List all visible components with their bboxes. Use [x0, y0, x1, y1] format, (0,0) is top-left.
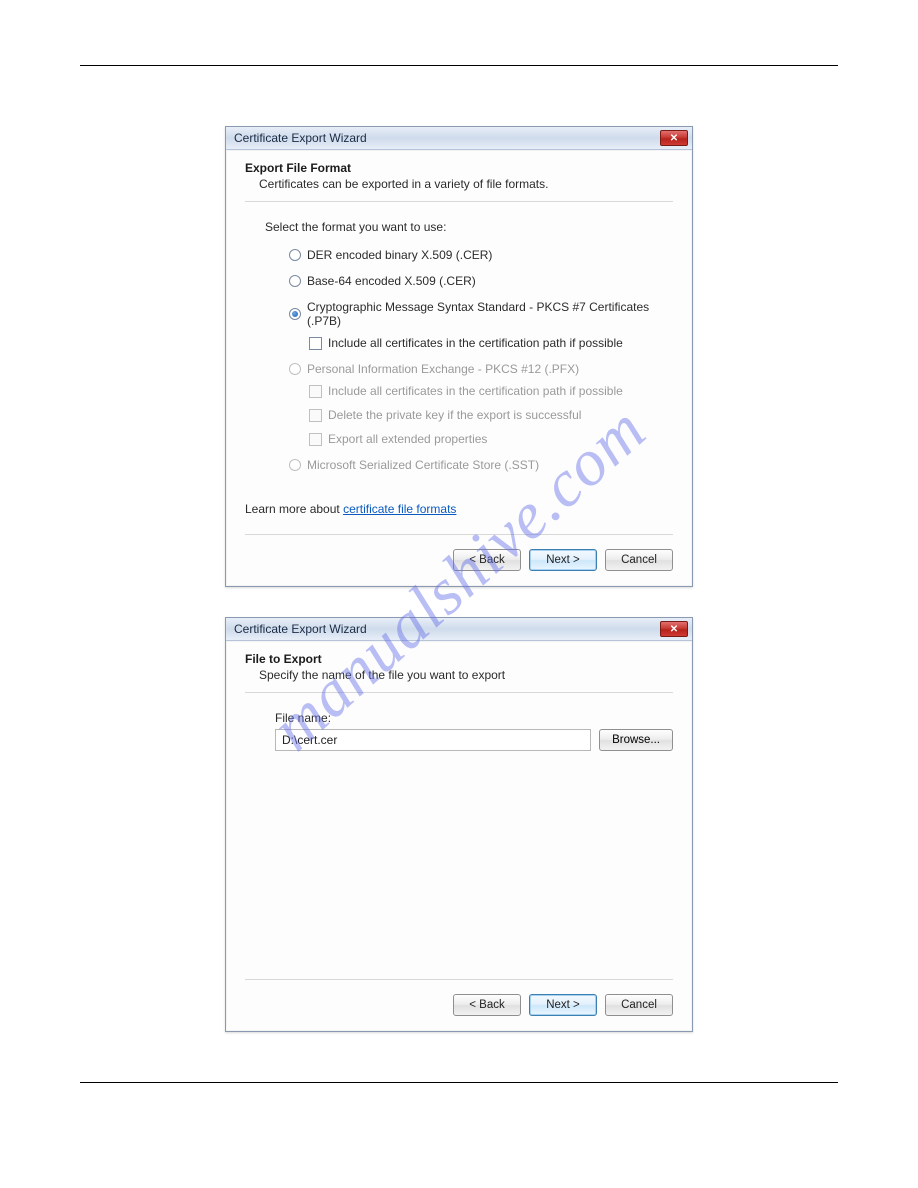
radio-icon [289, 308, 301, 320]
back-button[interactable]: < Back [453, 549, 521, 571]
learn-more: Learn more about certificate file format… [245, 502, 673, 516]
file-to-export-dialog: Certificate Export Wizard ✕ File to Expo… [225, 617, 693, 1032]
option-label: Base-64 encoded X.509 (.CER) [307, 274, 476, 288]
cancel-button[interactable]: Cancel [605, 549, 673, 571]
cancel-button[interactable]: Cancel [605, 994, 673, 1016]
learn-more-prefix: Learn more about [245, 502, 343, 516]
check-label: Include all certificates in the certific… [328, 384, 623, 398]
dialog-title: Certificate Export Wizard [234, 131, 367, 145]
option-label: DER encoded binary X.509 (.CER) [307, 248, 492, 262]
pfx-delete-check: Delete the private key if the export is … [309, 408, 673, 422]
checkbox-icon [309, 433, 322, 446]
option-sst: Microsoft Serialized Certificate Store (… [289, 458, 673, 472]
dialog-title: Certificate Export Wizard [234, 622, 367, 636]
option-base64[interactable]: Base-64 encoded X.509 (.CER) [289, 274, 673, 288]
checkbox-icon [309, 337, 322, 350]
close-icon: ✕ [670, 624, 678, 635]
titlebar: Certificate Export Wizard ✕ [226, 618, 692, 641]
browse-button[interactable]: Browse... [599, 729, 673, 751]
pfx-include-check: Include all certificates in the certific… [309, 384, 673, 398]
option-der[interactable]: DER encoded binary X.509 (.CER) [289, 248, 673, 262]
checkbox-icon [309, 409, 322, 422]
close-button[interactable]: ✕ [660, 621, 688, 637]
section-subheading: Specify the name of the file you want to… [245, 668, 673, 682]
next-button[interactable]: Next > [529, 549, 597, 571]
checkbox-icon [309, 385, 322, 398]
section-subheading: Certificates can be exported in a variet… [245, 177, 673, 191]
p7b-include-check[interactable]: Include all certificates in the certific… [309, 336, 673, 350]
check-label: Delete the private key if the export is … [328, 408, 581, 422]
option-pfx: Personal Information Exchange - PKCS #12… [289, 362, 673, 376]
bottom-rule [80, 1082, 838, 1083]
spacer [245, 751, 673, 961]
radio-icon [289, 249, 301, 261]
pfx-extended-check: Export all extended properties [309, 432, 673, 446]
titlebar: Certificate Export Wizard ✕ [226, 127, 692, 150]
section-heading: Export File Format [245, 161, 673, 175]
close-button[interactable]: ✕ [660, 130, 688, 146]
check-label: Export all extended properties [328, 432, 487, 446]
close-icon: ✕ [670, 133, 678, 144]
radio-icon [289, 363, 301, 375]
option-label: Microsoft Serialized Certificate Store (… [307, 458, 539, 472]
option-label: Personal Information Exchange - PKCS #12… [307, 362, 579, 376]
option-label: Cryptographic Message Syntax Standard - … [307, 300, 673, 328]
check-label: Include all certificates in the certific… [328, 336, 623, 350]
separator [245, 201, 673, 202]
radio-icon [289, 459, 301, 471]
next-button[interactable]: Next > [529, 994, 597, 1016]
back-button[interactable]: < Back [453, 994, 521, 1016]
export-format-dialog: Certificate Export Wizard ✕ Export File … [225, 126, 693, 587]
filename-label: File name: [275, 711, 673, 725]
learn-more-link[interactable]: certificate file formats [343, 502, 456, 516]
top-rule [80, 65, 838, 66]
format-prompt: Select the format you want to use: [265, 220, 673, 234]
section-heading: File to Export [245, 652, 673, 666]
filename-input[interactable] [275, 729, 591, 751]
separator [245, 692, 673, 693]
option-p7b[interactable]: Cryptographic Message Syntax Standard - … [289, 300, 673, 328]
radio-icon [289, 275, 301, 287]
